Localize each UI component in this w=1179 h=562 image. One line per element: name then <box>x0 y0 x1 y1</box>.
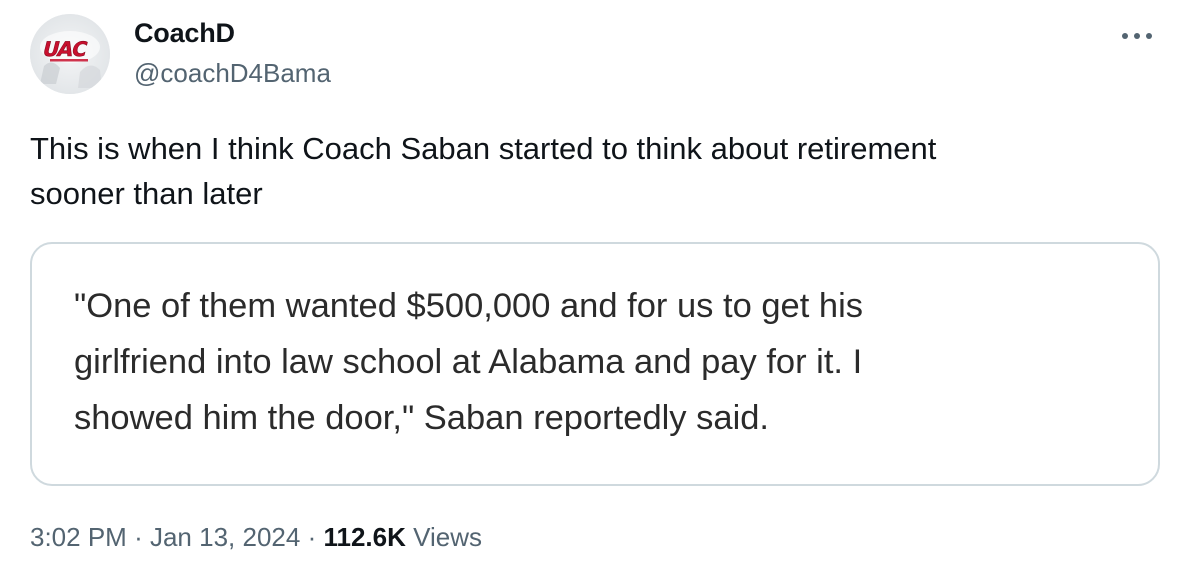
quote-line: "One of them wanted $500,000 and for us … <box>74 287 864 325</box>
tweet-meta: 3:02 PM · Jan 13, 2024 · 112.6K Views <box>30 522 482 553</box>
avatar[interactable]: UAC <box>30 14 110 94</box>
uac-logo-icon: UAC <box>30 14 110 94</box>
quote-line: girlfriend into law school at Alabama an… <box>74 343 863 381</box>
quote-line: showed him the door," Saban reportedly s… <box>74 399 770 437</box>
quote-image-text: "One of them wanted $500,000 and for us … <box>74 278 1114 446</box>
more-horizontal-icon <box>1122 33 1152 39</box>
more-options-button[interactable] <box>1117 20 1157 52</box>
tweet-date[interactable]: Jan 13, 2024 <box>150 522 300 552</box>
meta-separator: · <box>134 522 143 552</box>
views-label: Views <box>413 522 482 552</box>
tweet-text-line: This is when I think Coach Saban started… <box>30 131 937 166</box>
views-count[interactable]: 112.6K <box>323 522 405 552</box>
author-display-name[interactable]: CoachD <box>134 18 235 49</box>
tweet-text: This is when I think Coach Saban started… <box>30 126 1150 216</box>
author-handle[interactable]: @coachD4Bama <box>134 58 331 89</box>
tweet-text-line: sooner than later <box>30 176 263 211</box>
svg-text:UAC: UAC <box>40 37 89 61</box>
attached-image-card[interactable]: "One of them wanted $500,000 and for us … <box>30 242 1160 486</box>
tweet-time[interactable]: 3:02 PM <box>30 522 127 552</box>
meta-separator: · <box>307 522 317 552</box>
